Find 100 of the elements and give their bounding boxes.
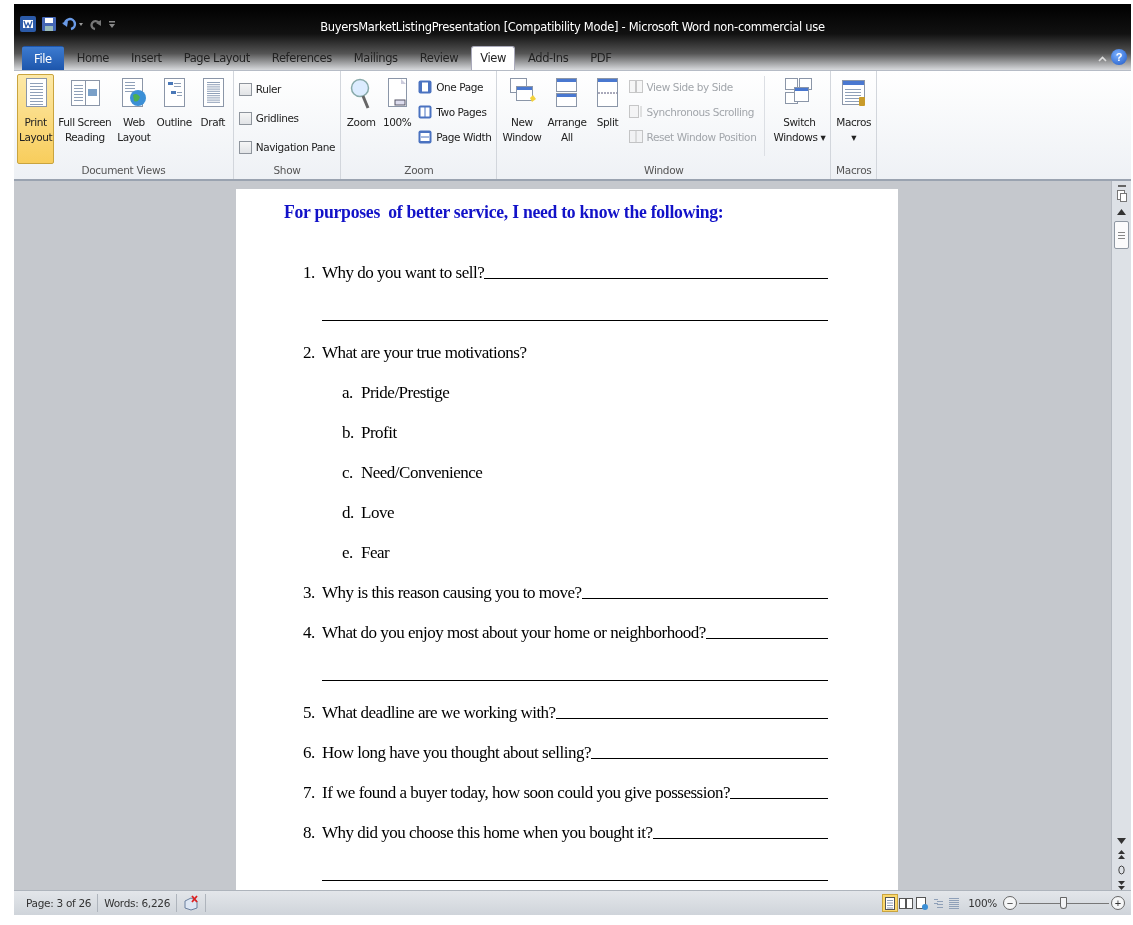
option-text: Pride/Prestige bbox=[361, 383, 450, 403]
page-width-icon bbox=[418, 130, 433, 144]
list-letter: a. bbox=[342, 383, 354, 403]
undo-icon[interactable] bbox=[62, 17, 84, 31]
ribbon-button[interactable]: Zoom bbox=[344, 74, 379, 164]
window-title: BuyersMarketListingPresentation [Compatibility Mode] - Microsoft Word non-commercial use bbox=[319, 20, 826, 34]
fill-in-line[interactable] bbox=[705, 637, 828, 639]
word-count[interactable]: Words: 6,226 bbox=[98, 894, 178, 912]
list-letter: d. bbox=[342, 503, 355, 523]
ribbon-button[interactable]: Draft bbox=[195, 74, 230, 164]
ribbon-button[interactable]: Web Layout bbox=[115, 74, 153, 164]
next-page-icon[interactable] bbox=[1118, 881, 1125, 890]
proofing-icon[interactable] bbox=[183, 895, 200, 911]
question-text: What do you enjoy most about your home or neighborhood? bbox=[322, 623, 706, 643]
page-count[interactable]: Page: 3 of 26 bbox=[20, 894, 99, 912]
scroll-thumb[interactable] bbox=[1114, 221, 1129, 249]
ribbon-button[interactable]: One Page bbox=[416, 76, 494, 98]
list-letter: c. bbox=[342, 463, 354, 483]
list-letter: e. bbox=[342, 543, 354, 563]
fill-in-line[interactable] bbox=[581, 597, 828, 599]
side-by-side-icon bbox=[628, 80, 643, 94]
one-page-icon bbox=[418, 80, 433, 94]
ribbon-tab[interactable]: Insert bbox=[122, 46, 171, 70]
fill-in-line[interactable] bbox=[555, 717, 828, 719]
ribbon-tab[interactable]: Review bbox=[410, 46, 468, 70]
group-label: Document Views bbox=[80, 164, 167, 178]
ribbon-tab[interactable]: Home bbox=[67, 46, 119, 70]
reset-window-icon bbox=[628, 130, 643, 144]
ribbon-button[interactable]: Macros ▾ bbox=[834, 74, 874, 164]
question-text: Why do you want to sell? bbox=[322, 263, 485, 283]
fill-in-line[interactable] bbox=[590, 757, 828, 759]
collapse-ribbon-icon[interactable] bbox=[1098, 56, 1107, 62]
ribbon-tab[interactable]: References bbox=[262, 46, 341, 70]
document-heading: For purposes of better service, I need to know the following: bbox=[284, 201, 725, 223]
browse-object-icon[interactable] bbox=[1118, 865, 1125, 875]
question-text: If we found a buyer today, how soon could you give possession? bbox=[322, 783, 730, 803]
ribbon-button[interactable]: Page Width bbox=[416, 126, 494, 148]
ribbon-button[interactable]: Outline bbox=[154, 74, 194, 164]
fill-in-line[interactable] bbox=[322, 319, 828, 321]
group-label: Zoom bbox=[403, 164, 435, 178]
zoom-out-button[interactable]: − bbox=[1003, 896, 1017, 910]
list-number: 1. bbox=[303, 263, 316, 283]
list-number: 4. bbox=[303, 623, 316, 643]
fill-in-line[interactable] bbox=[652, 837, 828, 839]
fill-in-line[interactable] bbox=[322, 879, 828, 881]
option-text: Love bbox=[361, 503, 394, 523]
zoom-in-button[interactable]: + bbox=[1111, 896, 1125, 910]
view-button[interactable] bbox=[914, 894, 931, 912]
group-label: Show bbox=[272, 164, 302, 178]
question-text: What deadline are we working with? bbox=[322, 703, 556, 723]
word-icon[interactable] bbox=[20, 16, 36, 32]
list-number: 8. bbox=[303, 823, 316, 843]
zoom-slider[interactable] bbox=[1060, 896, 1067, 909]
zoom-level[interactable]: 100% bbox=[962, 897, 1003, 909]
checkbox[interactable]: Ruler bbox=[236, 76, 338, 102]
option-text: Profit bbox=[361, 423, 397, 443]
ribbon-button[interactable]: 100% bbox=[380, 74, 415, 164]
ruler-icon[interactable] bbox=[1115, 185, 1128, 203]
draft-icon bbox=[947, 895, 962, 911]
fill-in-line[interactable] bbox=[484, 277, 828, 279]
two-pages-icon bbox=[418, 105, 433, 119]
previous-page-icon[interactable] bbox=[1118, 850, 1125, 859]
checkbox[interactable]: Gridlines bbox=[236, 105, 338, 131]
ribbon-button[interactable]: Split bbox=[590, 74, 625, 164]
ribbon-button[interactable]: New Window bbox=[500, 74, 544, 164]
scroll-up-icon[interactable] bbox=[1117, 209, 1126, 215]
list-number: 6. bbox=[303, 743, 316, 763]
group-label: Window bbox=[643, 164, 685, 178]
grip-icon bbox=[1118, 231, 1125, 239]
ribbon-button[interactable]: Two Pages bbox=[416, 101, 494, 123]
save-icon[interactable] bbox=[42, 17, 56, 31]
option-text: Fear bbox=[361, 543, 390, 563]
ribbon-button[interactable]: Arrange All bbox=[545, 74, 589, 164]
ribbon-tab[interactable]: Page Layout bbox=[174, 46, 259, 70]
list-number: 3. bbox=[303, 583, 316, 603]
book-icon bbox=[899, 895, 914, 911]
list-letter: b. bbox=[342, 423, 355, 443]
ribbon-tab[interactable]: View bbox=[471, 46, 515, 70]
group-label: Macros bbox=[835, 164, 873, 178]
question-text: Why did you choose this home when you bought it? bbox=[322, 823, 653, 843]
list-number: 2. bbox=[303, 343, 316, 363]
book-icon bbox=[69, 77, 100, 109]
fill-in-line[interactable] bbox=[729, 797, 828, 799]
file-tab[interactable]: File bbox=[22, 46, 64, 70]
list-number: 5. bbox=[303, 703, 316, 723]
question-text: How long have you thought about selling? bbox=[322, 743, 591, 763]
ribbon-button[interactable]: Switch Windows ▾ bbox=[771, 74, 828, 164]
redo-icon[interactable] bbox=[90, 17, 102, 31]
fill-in-line[interactable] bbox=[322, 679, 828, 681]
ribbon-tab[interactable]: Add-Ins bbox=[519, 46, 578, 70]
view-button[interactable] bbox=[882, 894, 899, 912]
ribbon-tab[interactable]: Mailings bbox=[344, 46, 407, 70]
ribbon-button[interactable]: Full Screen Reading bbox=[56, 74, 114, 164]
sync-scroll-icon bbox=[628, 105, 643, 119]
checkbox[interactable]: Navigation Pane bbox=[236, 134, 338, 160]
ribbon-button[interactable]: Print Layout bbox=[17, 74, 55, 164]
option-text: Need/Convenience bbox=[361, 463, 483, 483]
scroll-down-icon[interactable] bbox=[1117, 838, 1126, 844]
list-number: 7. bbox=[303, 783, 316, 803]
question-text: Why is this reason causing you to move? bbox=[322, 583, 582, 603]
